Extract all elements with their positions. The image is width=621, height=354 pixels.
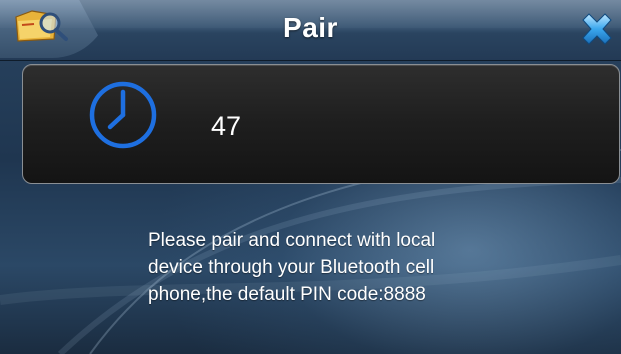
countdown-value: 47 xyxy=(211,111,242,141)
pairing-instructions: Please pair and connect with local devic… xyxy=(148,227,548,308)
close-icon[interactable] xyxy=(579,12,615,46)
message-line: device through your Bluetooth cell xyxy=(148,257,435,278)
clock-icon xyxy=(89,81,157,149)
pair-screen: Pair 47 Please pair and connect with loc… xyxy=(0,0,621,354)
countdown-panel: 47 xyxy=(22,64,620,184)
message-line: phone,the default PIN code:8888 xyxy=(148,284,426,305)
page-title: Pair xyxy=(283,12,338,43)
message-line: Please pair and connect with local xyxy=(148,230,436,251)
title-bar: Pair xyxy=(0,0,621,61)
